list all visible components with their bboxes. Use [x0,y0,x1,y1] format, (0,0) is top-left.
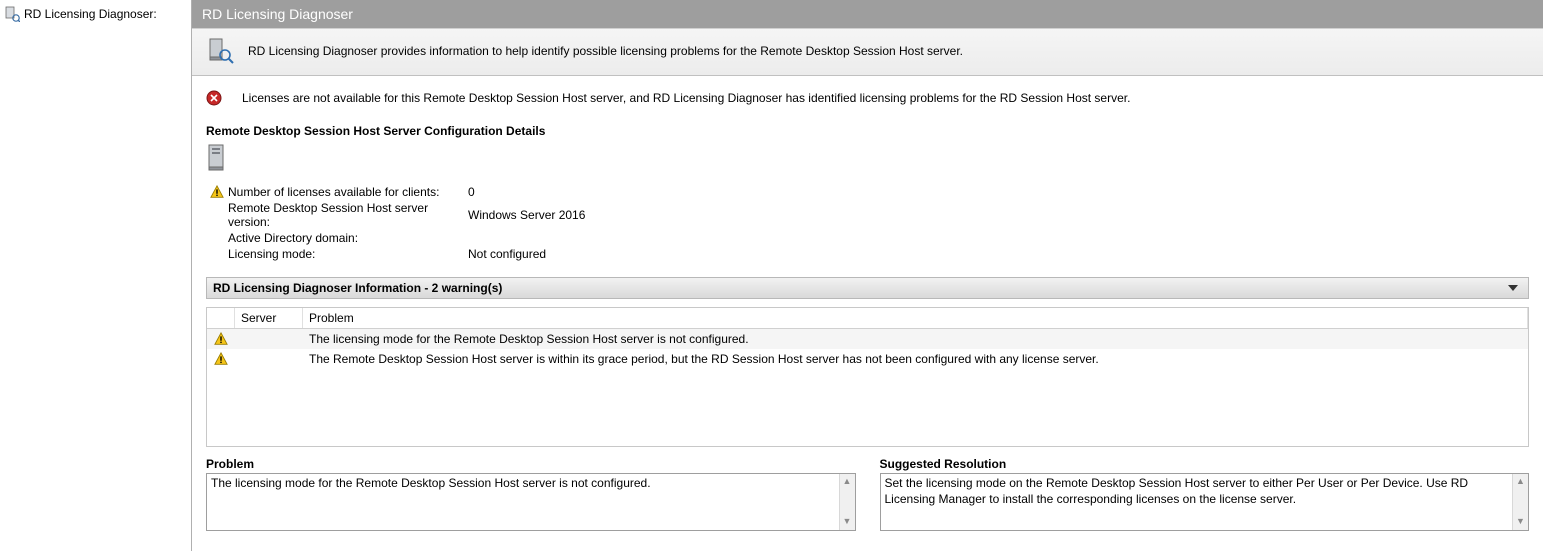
table-row[interactable]: The Remote Desktop Session Host server i… [207,349,1528,369]
error-icon [206,90,222,106]
config-label-1: Remote Desktop Session Host server versi… [228,201,468,229]
col-server[interactable]: Server [235,308,303,328]
col-problem[interactable]: Problem [303,308,1528,328]
tree-pane: RD Licensing Diagnoser: [0,0,192,551]
scrollbar[interactable]: ▲ ▼ [839,474,855,530]
warning-header: Server Problem [207,308,1528,329]
warning-table: Server Problem The licensing [206,307,1529,447]
problem-text: The licensing mode for the Remote Deskto… [211,476,651,490]
title-bar: RD Licensing Diagnoser [192,0,1543,28]
server-icon [206,144,228,172]
scroll-up-icon[interactable]: ▲ [1516,476,1525,488]
tree-node-rdld[interactable]: RD Licensing Diagnoser: [0,4,191,24]
resolution-text: Set the licensing mode on the Remote Des… [885,476,1469,506]
resolution-textbox[interactable]: Set the licensing mode on the Remote Des… [880,473,1530,531]
chevron-down-icon[interactable] [1506,281,1520,295]
config-value-0: 0 [468,185,688,199]
problem-column: Problem The licensing mode for the Remot… [206,457,856,531]
config-label-3: Licensing mode: [228,247,468,261]
info-banner-text: RD Licensing Diagnoser provides informat… [248,44,963,58]
resolution-column: Suggested Resolution Set the licensing m… [880,457,1530,531]
lower-detail: Problem The licensing mode for the Remot… [206,457,1529,531]
config-heading: Remote Desktop Session Host Server Confi… [206,124,1529,138]
problem-textbox[interactable]: The licensing mode for the Remote Deskto… [206,473,856,531]
error-row: Licenses are not available for this Remo… [206,90,1529,106]
config-value-1: Windows Server 2016 [468,208,688,222]
main-pane: RD Licensing Diagnoser RD Licensing Diag… [192,0,1543,551]
problem-label: Problem [206,457,856,471]
tree-node-label: RD Licensing Diagnoser: [24,7,157,21]
warning-icon [214,352,228,366]
row-server [235,350,303,368]
diagnoser-info-title: RD Licensing Diagnoser Information - 2 w… [213,281,502,295]
warning-list-wrap: Server Problem The licensing [206,307,1529,447]
server-icon-row [206,144,1529,175]
row-problem: The Remote Desktop Session Host server i… [303,350,1528,368]
resolution-label: Suggested Resolution [880,457,1530,471]
scrollbar[interactable]: ▲ ▼ [1512,474,1528,530]
scroll-down-icon[interactable]: ▼ [843,516,852,528]
row-server [235,330,303,348]
server-search-icon [206,37,234,65]
error-text: Licenses are not available for this Remo… [242,91,1130,105]
content-area: Licenses are not available for this Remo… [192,76,1543,541]
warning-rows: The licensing mode for the Remote Deskto… [207,329,1528,369]
info-banner: RD Licensing Diagnoser provides informat… [192,28,1543,76]
row-problem: The licensing mode for the Remote Deskto… [303,330,1528,348]
config-value-3: Not configured [468,247,688,261]
config-label-0: Number of licenses available for clients… [228,185,468,199]
config-label-2: Active Directory domain: [228,231,468,245]
warning-icon [210,185,224,199]
config-details: Number of licenses available for clients… [206,185,1529,261]
scroll-up-icon[interactable]: ▲ [843,476,852,488]
scroll-down-icon[interactable]: ▼ [1516,516,1525,528]
title-text: RD Licensing Diagnoser [202,6,353,22]
table-row[interactable]: The licensing mode for the Remote Deskto… [207,329,1528,349]
diagnoser-info-bar[interactable]: RD Licensing Diagnoser Information - 2 w… [206,277,1529,299]
warning-icon [214,332,228,346]
diagnoser-icon [4,6,20,22]
